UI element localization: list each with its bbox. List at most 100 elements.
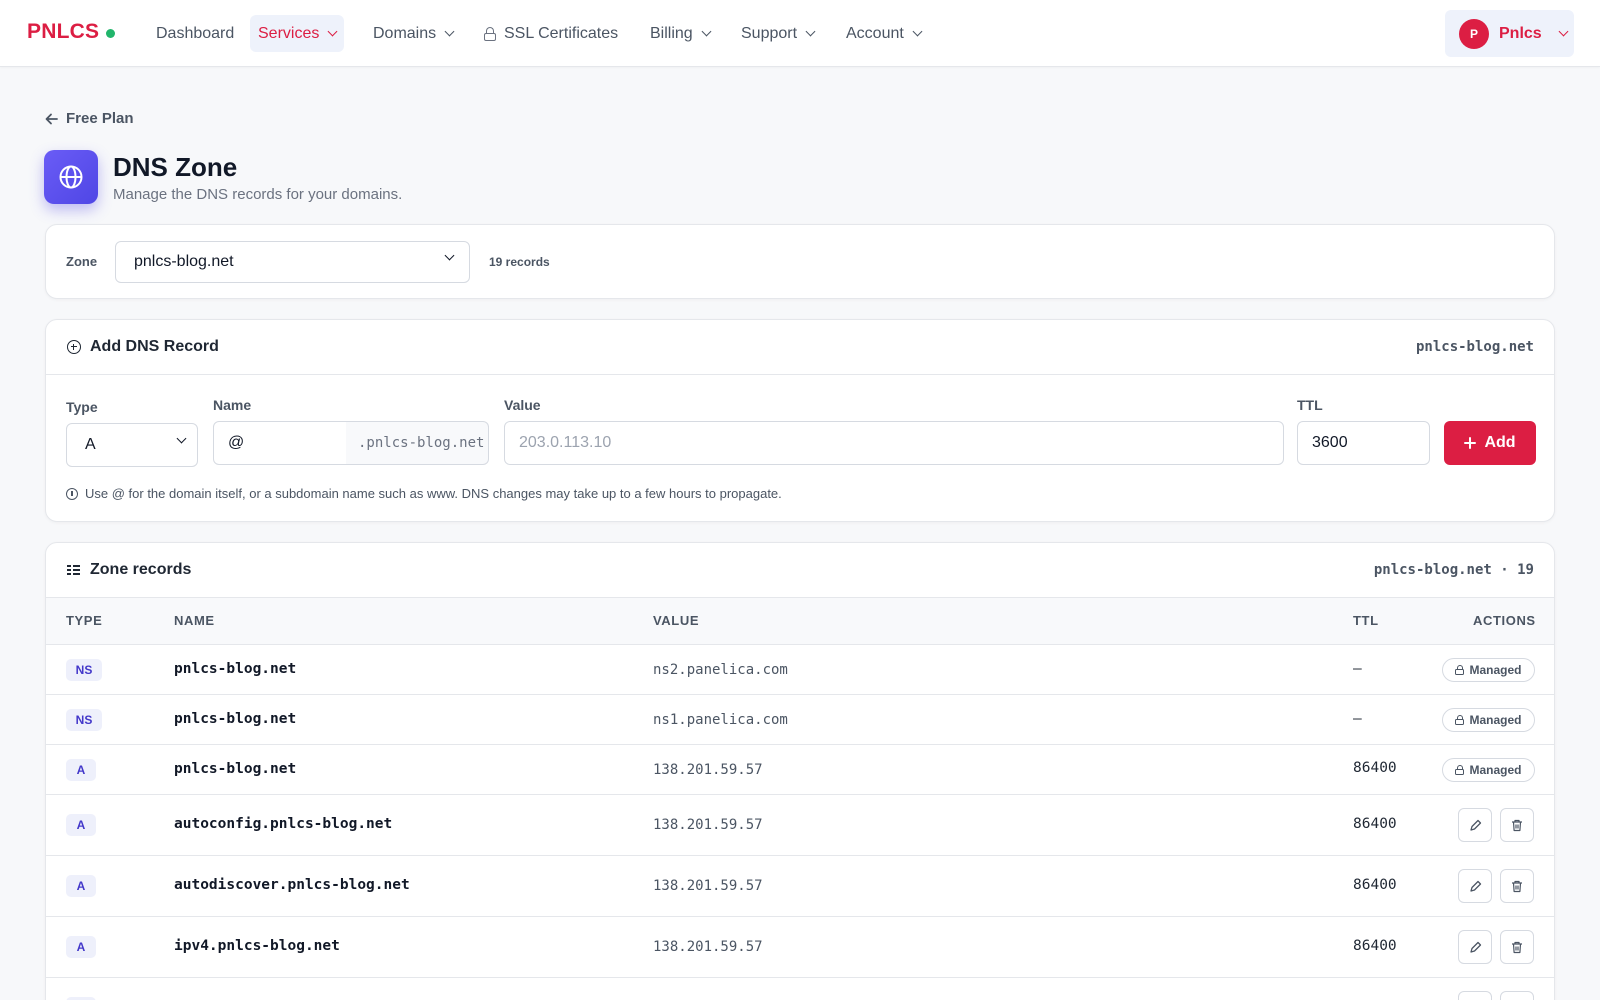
ttl-input[interactable]: 3600 <box>1297 421 1430 465</box>
managed-badge: Managed <box>1442 758 1535 782</box>
plus-circle-icon <box>67 340 81 354</box>
column-value: VALUE <box>653 613 700 628</box>
record-ttl: 86400 <box>1353 760 1397 776</box>
chevron-down-icon <box>912 26 923 37</box>
lock-icon <box>484 26 496 41</box>
chevron-down-icon <box>444 250 455 261</box>
hint-text: Use @ for the domain itself, or a subdom… <box>66 486 782 501</box>
type-select[interactable]: A <box>66 423 198 467</box>
trash-icon <box>1512 880 1522 892</box>
top-navbar: PNLCS Dashboard Services Domains SSL Cer… <box>0 0 1600 67</box>
record-type-badge: NS <box>66 709 102 731</box>
table-row: A ipv4.pnlcs-blog.net 138.201.59.57 8640… <box>46 917 1554 978</box>
hint-label: Use @ for the domain itself, or a subdom… <box>85 486 782 501</box>
trash-icon <box>1512 819 1522 831</box>
globe-icon <box>44 150 98 204</box>
nav-dashboard-label: Dashboard <box>156 25 235 42</box>
page-subtitle: Manage the DNS records for your domains. <box>113 186 403 203</box>
nav-services[interactable]: Services <box>250 15 345 52</box>
add-button-label: Add <box>1484 434 1516 451</box>
user-menu-button[interactable]: P Pnlcs <box>1445 10 1574 57</box>
record-value: 138.201.59.57 <box>653 817 763 833</box>
chevron-down-icon <box>701 26 712 37</box>
nav-ssl-label: SSL Certificates <box>504 25 619 42</box>
lock-icon <box>1455 715 1465 725</box>
zone-records-summary: pnlcs-blog.net · 19 <box>1373 562 1534 578</box>
arrow-left-icon <box>45 113 58 124</box>
nav-billing[interactable]: Billing <box>642 15 718 52</box>
nav-support[interactable]: Support <box>733 15 822 52</box>
zone-records-card: Zone records pnlcs-blog.net · 19 TYPE NA… <box>45 542 1555 1000</box>
brand-logo[interactable]: PNLCS <box>27 20 99 44</box>
record-type-badge: A <box>66 875 96 897</box>
plus-icon <box>1464 437 1477 449</box>
lock-icon <box>1455 665 1465 675</box>
managed-badge: Managed <box>1442 708 1535 732</box>
edit-record-button[interactable] <box>1458 808 1492 842</box>
zone-selector-card: Zone pnlcs-blog.net 19 records <box>45 224 1555 299</box>
add-record-title: Add DNS Record <box>90 338 219 355</box>
zone-records-title: Zone records <box>90 561 192 578</box>
name-label: Name <box>213 397 252 413</box>
chevron-down-icon <box>1558 26 1569 37</box>
record-count: 19 records <box>489 255 550 269</box>
status-dot <box>106 29 115 38</box>
name-suffix: .pnlcs-blog.net <box>346 421 489 465</box>
record-type-badge: A <box>66 936 96 958</box>
add-record-button[interactable]: Add <box>1444 421 1536 465</box>
trash-icon <box>1512 941 1522 953</box>
delete-record-button[interactable] <box>1500 869 1534 903</box>
chevron-down-icon <box>444 26 455 37</box>
column-ttl: TTL <box>1353 613 1379 628</box>
delete-record-button[interactable] <box>1500 930 1534 964</box>
nav-account-label: Account <box>846 25 904 42</box>
record-ttl: — <box>1353 711 1362 727</box>
column-type: TYPE <box>66 613 103 628</box>
record-ttl: — <box>1353 661 1362 677</box>
record-name: pnlcs-blog.net <box>174 711 297 727</box>
lock-icon <box>1455 765 1465 775</box>
name-input[interactable]: @ <box>213 421 347 465</box>
edit-record-button[interactable] <box>1458 869 1492 903</box>
zone-select-value: pnlcs-blog.net <box>134 253 234 270</box>
pencil-icon <box>1469 880 1481 892</box>
edit-record-button[interactable] <box>1458 991 1492 1000</box>
add-record-card: Add DNS Record pnlcs-blog.net Type A Nam… <box>45 319 1555 522</box>
record-value: ns2.panelica.com <box>653 662 788 678</box>
chevron-down-icon <box>805 26 816 37</box>
delete-record-button[interactable] <box>1500 808 1534 842</box>
managed-badge: Managed <box>1442 658 1535 682</box>
record-value: 138.201.59.57 <box>653 939 763 955</box>
ttl-label: TTL <box>1297 397 1323 413</box>
nav-domains[interactable]: Domains <box>365 15 461 52</box>
record-ttl: 86400 <box>1353 938 1397 954</box>
record-ttl: 86400 <box>1353 816 1397 832</box>
delete-record-button[interactable] <box>1500 991 1534 1000</box>
nav-account[interactable]: Account <box>838 15 929 52</box>
info-icon <box>66 487 78 500</box>
zone-select[interactable]: pnlcs-blog.net <box>115 241 470 283</box>
list-icon <box>67 565 80 576</box>
record-name: autoconfig.pnlcs-blog.net <box>174 816 393 832</box>
nav-billing-label: Billing <box>650 25 693 42</box>
column-actions: ACTIONS <box>1473 613 1536 628</box>
value-input[interactable]: 203.0.113.10 <box>504 421 1284 465</box>
table-row: NS pnlcs-blog.net ns1.panelica.com — Man… <box>46 695 1554 745</box>
nav-ssl-certificates[interactable]: SSL Certificates <box>476 15 626 52</box>
add-record-header: Add DNS Record pnlcs-blog.net <box>46 320 1554 375</box>
back-link-label: Free Plan <box>66 110 134 127</box>
user-name: Pnlcs <box>1499 24 1542 42</box>
nav-domains-label: Domains <box>373 25 437 42</box>
zone-records-header: Zone records pnlcs-blog.net · 19 <box>46 543 1554 598</box>
back-link[interactable]: Free Plan <box>45 110 134 127</box>
managed-label: Managed <box>1469 713 1522 727</box>
table-row: A autoconfig.pnlcs-blog.net 138.201.59.5… <box>46 795 1554 856</box>
table-header: TYPE NAME VALUE TTL ACTIONS <box>46 598 1554 645</box>
chevron-down-icon <box>176 433 187 444</box>
type-label: Type <box>66 399 98 415</box>
table-row: A autodiscover.pnlcs-blog.net 138.201.59… <box>46 856 1554 917</box>
edit-record-button[interactable] <box>1458 930 1492 964</box>
record-value: 138.201.59.57 <box>653 878 763 894</box>
record-name: pnlcs-blog.net <box>174 661 297 677</box>
nav-dashboard[interactable]: Dashboard <box>148 15 242 52</box>
